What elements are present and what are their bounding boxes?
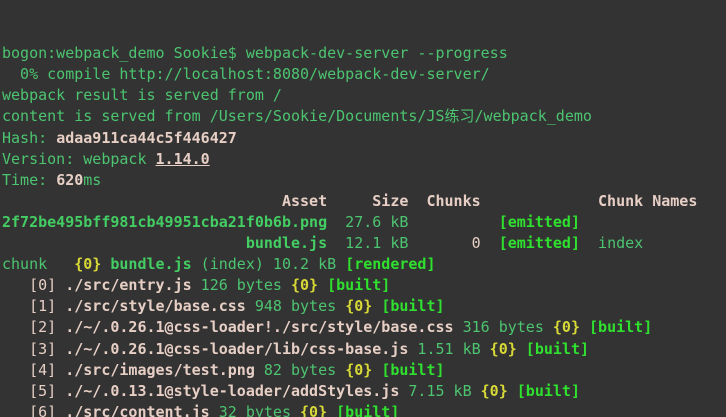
module-row-4-text: [built] — [381, 361, 444, 379]
asset-row-png-text: 2f72be495bff981cb49951cba21f0b6b.png — [2, 213, 327, 231]
version-line: Version: webpack 1.14.0 — [2, 149, 726, 170]
asset-row-bundle-text: index — [580, 234, 643, 252]
terminal-window[interactable]: bogon:webpack_demo Sookie$ webpack-dev-s… — [0, 0, 726, 417]
chunk-summary-line-text: {0} — [74, 255, 101, 273]
module-row-1-text: ./src/style/base.css — [65, 297, 246, 315]
module-row-6-text: [6] — [2, 403, 65, 417]
time-line-text: Time: — [2, 171, 56, 189]
module-row-0-text: [0] — [2, 276, 65, 294]
module-row-6-text: [built] — [336, 403, 399, 417]
module-row-3: [3] ./~/.0.26.1@css-loader/lib/css-base.… — [2, 339, 726, 360]
module-row-0-text: ./src/entry.js — [65, 276, 191, 294]
chunk-summary-line-text: (index) 10.2 kB — [192, 255, 346, 273]
terminal-output: bogon:webpack_demo Sookie$ webpack-dev-s… — [2, 43, 726, 417]
module-row-4: [4] ./src/images/test.png 82 bytes {0} [… — [2, 360, 726, 381]
chunk-summary-line-text: chunk — [2, 255, 74, 273]
content-base-line-text: content is served from /Users/Sookie/Doc… — [2, 107, 592, 125]
module-row-1: [1] ./src/style/base.css 948 bytes {0} [… — [2, 296, 726, 317]
module-row-2-text: {0} — [553, 318, 580, 336]
asset-row-bundle-text: [emitted] — [499, 234, 580, 252]
module-row-5-text: ./~/.0.13.1@style-loader/addStyles.js — [65, 382, 399, 400]
module-row-5-text: [5] — [2, 382, 65, 400]
module-row-4-text: 82 bytes — [255, 361, 345, 379]
module-row-2-text: ./~/.0.26.1@css-loader!./src/style/base.… — [65, 318, 453, 336]
module-row-1-text: [1] — [2, 297, 65, 315]
module-row-5-text: 7.15 kB — [399, 382, 480, 400]
module-row-6-text: ./src/content.js — [65, 403, 210, 417]
hash-line: Hash: adaa911ca44c5f446427 — [2, 128, 726, 149]
chunk-summary-line-text: bundle.js — [110, 255, 191, 273]
module-row-0: [0] ./src/entry.js 126 bytes {0} [built] — [2, 275, 726, 296]
module-row-0-text: 126 bytes — [192, 276, 291, 294]
chunk-summary-line: chunk {0} bundle.js (index) 10.2 kB [ren… — [2, 254, 726, 275]
asset-row-bundle: bundle.js 12.1 kB 0 [emitted] index — [2, 233, 726, 254]
hash-line-text: Hash: — [2, 129, 56, 147]
module-row-5-text: {0} — [481, 382, 508, 400]
module-row-6-text — [327, 403, 336, 417]
module-row-2-text — [580, 318, 589, 336]
module-row-2: [2] ./~/.0.26.1@css-loader!./src/style/b… — [2, 317, 726, 338]
module-row-5-text: [built] — [517, 382, 580, 400]
module-row-6-text: 32 bytes — [210, 403, 300, 417]
module-row-3-text — [517, 340, 526, 358]
module-row-6: [6] ./src/content.js 32 bytes {0} [built… — [2, 402, 726, 417]
asset-row-bundle-text: 12.1 kB — [327, 234, 472, 252]
asset-row-bundle-text — [481, 234, 499, 252]
module-row-0-text: [built] — [327, 276, 390, 294]
version-line-text: 1.14.0 — [156, 150, 210, 168]
module-row-0-text: {0} — [291, 276, 318, 294]
progress-line: 0% compile http://localhost:8080/webpack… — [2, 64, 726, 85]
asset-row-png-text: [emitted] — [499, 213, 580, 231]
served-from-line: webpack result is served from / — [2, 85, 726, 106]
shell-prompt-line: bogon:webpack_demo Sookie$ webpack-dev-s… — [2, 43, 726, 64]
module-row-1-text: {0} — [345, 297, 372, 315]
asset-table-header-text: Asset Size Chunks Chunk Names — [2, 192, 697, 210]
module-row-3-text: [3] — [2, 340, 65, 358]
time-line-text: ms — [83, 171, 101, 189]
module-row-3-text: {0} — [490, 340, 517, 358]
asset-row-png: 2f72be495bff981cb49951cba21f0b6b.png 27.… — [2, 212, 726, 233]
module-row-3-text: [built] — [526, 340, 589, 358]
progress-line-text: 0% compile http://localhost:8080/webpack… — [2, 65, 490, 83]
chunk-summary-line-text: [rendered] — [345, 255, 435, 273]
module-row-3-text: 1.51 kB — [408, 340, 489, 358]
shell-prompt-line-text: bogon:webpack_demo Sookie$ webpack-dev-s… — [2, 44, 508, 62]
module-row-3-text: ./~/.0.26.1@css-loader/lib/css-base.js — [65, 340, 408, 358]
module-row-4-text: [4] — [2, 361, 65, 379]
module-row-2-text: 316 bytes — [454, 318, 553, 336]
served-from-line-text: webpack result is served from / — [2, 86, 282, 104]
module-row-5: [5] ./~/.0.13.1@style-loader/addStyles.j… — [2, 381, 726, 402]
module-row-4-text: ./src/images/test.png — [65, 361, 255, 379]
module-row-4-text — [372, 361, 381, 379]
asset-row-bundle-text: bundle.js — [246, 234, 327, 252]
asset-row-bundle-text — [2, 234, 246, 252]
asset-row-png-text: 27.6 kB — [327, 213, 499, 231]
module-row-4-text: {0} — [345, 361, 372, 379]
module-row-0-text — [318, 276, 327, 294]
content-base-line: content is served from /Users/Sookie/Doc… — [2, 106, 726, 127]
time-line: Time: 620ms — [2, 170, 726, 191]
module-row-6-text: {0} — [300, 403, 327, 417]
asset-table-header: Asset Size Chunks Chunk Names — [2, 191, 726, 212]
asset-row-bundle-text: 0 — [472, 234, 481, 252]
module-row-1-text — [372, 297, 381, 315]
version-line-text: Version: webpack — [2, 150, 156, 168]
hash-line-text: adaa911ca44c5f446427 — [56, 129, 237, 147]
time-line-text: 620 — [56, 171, 83, 189]
module-row-2-text: [2] — [2, 318, 65, 336]
module-row-2-text: [built] — [589, 318, 652, 336]
module-row-1-text: 948 bytes — [246, 297, 345, 315]
module-row-5-text — [508, 382, 517, 400]
module-row-1-text: [built] — [381, 297, 444, 315]
